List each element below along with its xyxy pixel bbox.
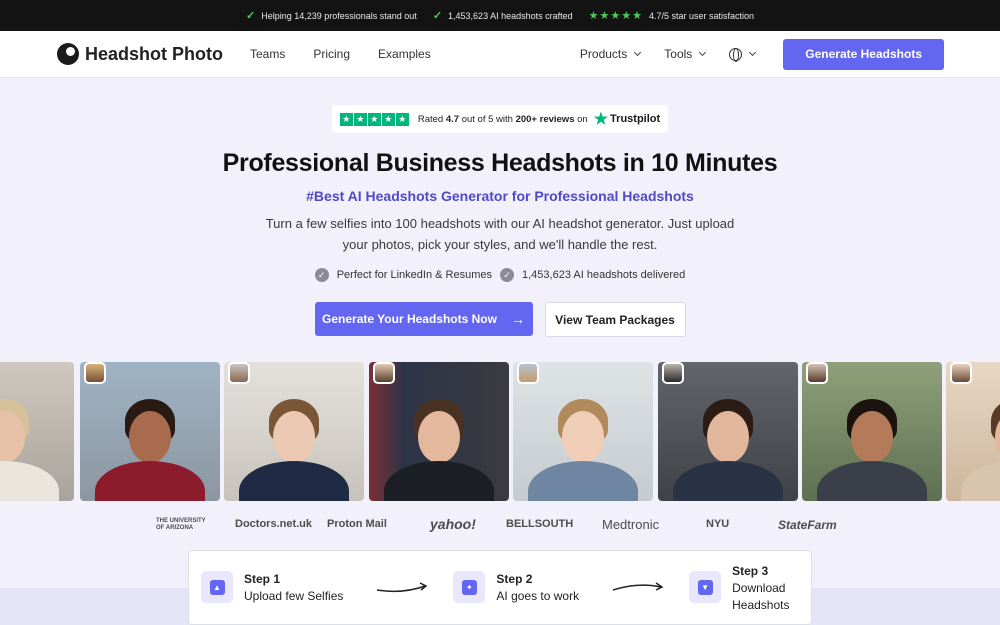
products-label: Products [579, 47, 628, 61]
step-ai-work: ✦ Step 2 AI goes to work [453, 571, 579, 605]
logo-university-of-arizona: THE UNIVERSITY OF ARIZONA [156, 518, 206, 531]
rating-suffix: on [577, 113, 588, 125]
rating-mid: out of 5 with [461, 113, 513, 125]
step-description: Upload few Selfies [244, 589, 344, 603]
headshot-photo [80, 362, 220, 501]
nav-link-examples[interactable]: Examples [378, 47, 431, 61]
selfie-thumbnail [662, 362, 684, 384]
announcement-text: Helping 14,239 professionals stand out [261, 10, 417, 21]
step-title: Step 2 [496, 572, 533, 586]
announcement-rating: ★★★★★ 4.7/5 star user satisfaction [589, 9, 754, 22]
chevron-down-icon [634, 48, 642, 57]
sparkle-icon: ✦ [453, 571, 486, 603]
trustpilot-brand: Trustpilot [610, 113, 661, 125]
upload-icon: ▲ [201, 571, 233, 603]
brand-logo[interactable]: Headshot Photo [57, 43, 223, 65]
step-download: ▼ Step 3 Download Headshots [689, 563, 796, 614]
step-description: AI goes to work [496, 589, 580, 603]
step-text: Step 3 Download Headshots [732, 563, 796, 614]
arrow-right-icon: → [510, 311, 525, 327]
cta-group: Generate Your Headshots Now → View Team … [0, 302, 1000, 337]
check-circle-icon: ✓ [314, 268, 329, 282]
page-title: Professional Business Headshots in 10 Mi… [222, 149, 778, 177]
trustpilot-logo: ★ Trustpilot [594, 109, 660, 129]
selfie-thumbnail [517, 362, 539, 384]
globe-icon [729, 47, 743, 62]
step-text: Step 2 AI goes to work [496, 571, 579, 605]
announcement-text: 1,453,623 AI headshots crafted [448, 10, 573, 21]
generate-now-button[interactable]: Generate Your Headshots Now → [314, 302, 533, 336]
headshot-photo [802, 362, 942, 501]
rating-text: Rated 4.7 out of 5 with 200+ reviews on [418, 114, 588, 125]
headshot-gallery [0, 362, 1000, 502]
selfie-thumbnail [373, 362, 395, 384]
nav-links: Teams Pricing Examples [250, 47, 431, 61]
check-icon: ✓ [245, 10, 256, 22]
announcement-text: 4.7/5 star user satisfaction [648, 10, 754, 21]
check-circle-icon: ✓ [500, 268, 514, 282]
rating-prefix: Rated [417, 113, 444, 125]
step-title: Step 1 [244, 572, 281, 586]
check-icon: ✓ [432, 10, 443, 22]
hero-section: ★ ★ ★ ★ ★ Rated 4.7 out of 5 with 200+ revie… [0, 78, 1000, 337]
logo-statefarm: StateFarm [778, 518, 837, 532]
headshot-photo [513, 362, 653, 501]
products-dropdown[interactable]: Products [579, 47, 642, 61]
curved-arrow-icon [377, 582, 428, 593]
selfie-thumbnail [84, 362, 106, 384]
main-navigation: Headshot Photo Teams Pricing Examples Pr… [0, 31, 1000, 78]
nav-right: Products Tools Generate Headshots [579, 38, 944, 70]
page-subtitle: #Best AI Headshots Generator for Profess… [306, 188, 694, 204]
logo-nyu: NYU [706, 518, 730, 530]
five-stars-icon: ★★★★★ [588, 10, 643, 22]
headshot-photo [658, 362, 798, 501]
feature-list: ✓ Perfect for LinkedIn & Resumes ✓ 1,453… [0, 268, 1000, 282]
logo-medtronic: Medtronic [602, 517, 660, 532]
generate-now-label: Generate Your Headshots Now [322, 312, 497, 326]
view-team-packages-button[interactable]: View Team Packages [544, 302, 686, 337]
logo-proton-mail: Proton Mail [327, 518, 387, 530]
download-icon: ▼ [689, 571, 722, 603]
generate-headshots-button[interactable]: Generate Headshots [783, 38, 944, 70]
curved-arrow-icon [612, 582, 664, 591]
selfie-thumbnail [228, 362, 250, 384]
feature-text: 1,453,623 AI headshots delivered [522, 269, 686, 281]
headshot-photo [0, 362, 74, 501]
step-title: Step 3 [732, 564, 769, 578]
brand-name: Headshot Photo [85, 43, 223, 64]
tools-label: Tools [664, 47, 693, 61]
announcement-professionals: ✓ Helping 14,239 professionals stand out [246, 9, 417, 22]
selfie-thumbnail [806, 362, 828, 384]
logo-icon [57, 43, 79, 65]
rating-value: 4.7 [445, 113, 460, 125]
trustpilot-badge[interactable]: ★ ★ ★ ★ ★ Rated 4.7 out of 5 with 200+ revie… [331, 105, 669, 133]
how-it-works-steps: ▲ Step 1 Upload few Selfies ✦ Step 2 AI … [188, 550, 812, 625]
chevron-down-icon [699, 48, 707, 57]
logo-doctors-net: Doctors.net.uk [235, 518, 313, 530]
step-text: Step 1 Upload few Selfies [244, 571, 343, 605]
step-upload: ▲ Step 1 Upload few Selfies [201, 571, 343, 605]
headshot-photo [946, 362, 1000, 501]
tools-dropdown[interactable]: Tools [664, 47, 707, 61]
announcement-headshots: ✓ 1,453,623 AI headshots crafted [433, 9, 573, 22]
headshot-photo [369, 362, 509, 501]
step-description: Download Headshots [732, 581, 790, 612]
hero-description: Turn a few selfies into 100 headshots wi… [265, 216, 735, 252]
feature-linkedin: ✓ Perfect for LinkedIn & Resumes [314, 268, 492, 282]
language-selector[interactable] [729, 47, 757, 62]
feature-delivered: ✓ 1,453,623 AI headshots delivered [500, 268, 685, 282]
logo-yahoo: yahoo! [430, 516, 476, 532]
headshot-photo [224, 362, 364, 501]
trustpilot-star-icon: ★ [593, 111, 609, 128]
feature-text: Perfect for LinkedIn & Resumes [336, 269, 492, 281]
nav-link-pricing[interactable]: Pricing [313, 47, 350, 61]
selfie-thumbnail [950, 362, 972, 384]
chevron-down-icon [749, 48, 757, 57]
review-count: 200+ reviews [515, 113, 575, 125]
announcement-bar: ✓ Helping 14,239 professionals stand out… [0, 0, 1000, 31]
nav-link-teams[interactable]: Teams [250, 47, 285, 61]
trustpilot-stars-icon: ★ ★ ★ ★ ★ [339, 112, 409, 126]
logo-bellsouth: BELLSOUTH [506, 518, 574, 530]
